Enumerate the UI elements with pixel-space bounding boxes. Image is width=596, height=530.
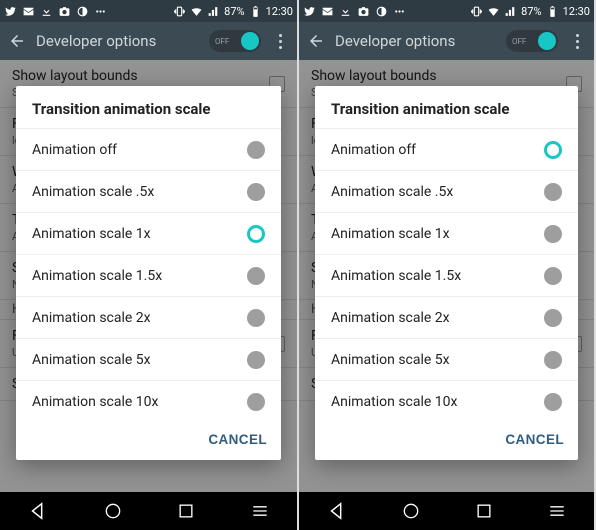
- radio-option[interactable]: Animation off: [16, 128, 281, 170]
- radio-indicator: [544, 141, 562, 159]
- option-label: Animation scale .5x: [32, 184, 247, 200]
- option-label: Animation off: [32, 142, 247, 158]
- toolbar: Developer options OFFON: [299, 22, 594, 60]
- radio-indicator: [247, 141, 265, 159]
- radio-option[interactable]: Animation scale 5x: [315, 338, 578, 380]
- mail-icon: [321, 5, 334, 18]
- nav-menu-button[interactable]: [250, 501, 270, 521]
- radio-option[interactable]: Animation scale .5x: [16, 170, 281, 212]
- nav-back-button[interactable]: [326, 500, 348, 522]
- camera-icon: [58, 5, 71, 18]
- twitter-icon: [303, 5, 316, 18]
- toggle-off-label: OFF: [215, 37, 229, 46]
- camera-icon: [357, 5, 370, 18]
- twitter-icon: [4, 5, 17, 18]
- battery-icon: [249, 5, 262, 18]
- radio-option[interactable]: Animation scale 1.5x: [16, 254, 281, 296]
- radio-indicator: [544, 267, 562, 285]
- option-label: Animation scale .5x: [331, 184, 544, 200]
- radio-option[interactable]: Animation scale 5x: [16, 338, 281, 380]
- nav-menu-button[interactable]: [547, 501, 567, 521]
- option-label: Animation scale 5x: [331, 352, 544, 368]
- radio-indicator: [247, 393, 265, 411]
- radio-indicator: [544, 393, 562, 411]
- radio-indicator: [247, 309, 265, 327]
- developer-options-toggle[interactable]: OFFON: [209, 30, 261, 52]
- radio-indicator: [544, 309, 562, 327]
- battery-percent: 87%: [224, 5, 244, 18]
- radio-indicator: [247, 183, 265, 201]
- transition-animation-scale-dialog: Transition animation scale Animation off A…: [315, 86, 578, 460]
- signal-icon: [207, 5, 220, 18]
- radio-option[interactable]: Animation scale 10x: [315, 380, 578, 422]
- download-icon: [40, 5, 53, 18]
- option-label: Animation scale 1x: [331, 226, 544, 242]
- dialog-title: Transition animation scale: [315, 86, 578, 128]
- overflow-menu-icon[interactable]: [271, 34, 289, 49]
- wifi-icon: [487, 5, 500, 18]
- dots-icon: [94, 5, 107, 18]
- dots-icon: [393, 5, 406, 18]
- clock: 12:30: [563, 5, 590, 18]
- radio-indicator: [247, 225, 265, 243]
- nav-back-button[interactable]: [27, 500, 49, 522]
- dialog-title: Transition animation scale: [16, 86, 281, 128]
- option-label: Animation scale 5x: [32, 352, 247, 368]
- battery-icon: [546, 5, 559, 18]
- option-label: Animation scale 1.5x: [32, 268, 247, 284]
- radio-option[interactable]: Animation scale .5x: [315, 170, 578, 212]
- mail-icon: [22, 5, 35, 18]
- status-bar: 87% 12:30: [0, 0, 297, 22]
- battery-percent: 87%: [521, 5, 541, 18]
- half-icon: [76, 5, 89, 18]
- wifi-icon: [190, 5, 203, 18]
- navigation-bar: [299, 492, 594, 530]
- page-title: Developer options: [36, 32, 199, 50]
- back-icon[interactable]: [8, 32, 26, 50]
- radio-option[interactable]: Animation scale 2x: [315, 296, 578, 338]
- option-label: Animation scale 10x: [32, 394, 247, 410]
- radio-indicator: [247, 267, 265, 285]
- toggle-off-label: OFF: [512, 37, 526, 46]
- nav-recent-button[interactable]: [474, 501, 494, 521]
- half-icon: [375, 5, 388, 18]
- option-label: Animation scale 10x: [331, 394, 544, 410]
- radio-indicator: [544, 183, 562, 201]
- vibrate-icon: [470, 5, 483, 18]
- clock: 12:30: [266, 5, 293, 18]
- cancel-button[interactable]: CANCEL: [505, 432, 564, 447]
- cancel-button[interactable]: CANCEL: [208, 432, 267, 447]
- radio-option[interactable]: Animation scale 1x: [315, 212, 578, 254]
- signal-icon: [504, 5, 517, 18]
- download-icon: [339, 5, 352, 18]
- nav-home-button[interactable]: [401, 501, 421, 521]
- navigation-bar: [0, 492, 297, 530]
- status-bar: 87% 12:30: [299, 0, 594, 22]
- developer-options-toggle[interactable]: OFFON: [506, 30, 558, 52]
- option-label: Animation scale 1x: [32, 226, 247, 242]
- radio-option[interactable]: Animation scale 10x: [16, 380, 281, 422]
- option-label: Animation scale 2x: [32, 310, 247, 326]
- radio-option[interactable]: Animation scale 2x: [16, 296, 281, 338]
- toggle-knob: [241, 32, 259, 50]
- nav-recent-button[interactable]: [176, 501, 196, 521]
- radio-option[interactable]: Animation off: [315, 128, 578, 170]
- overflow-menu-icon[interactable]: [568, 34, 586, 49]
- toolbar: Developer options OFFON: [0, 22, 297, 60]
- radio-indicator: [544, 351, 562, 369]
- back-icon[interactable]: [307, 32, 325, 50]
- radio-option[interactable]: Animation scale 1x: [16, 212, 281, 254]
- radio-indicator: [247, 351, 265, 369]
- radio-option[interactable]: Animation scale 1.5x: [315, 254, 578, 296]
- nav-home-button[interactable]: [103, 501, 123, 521]
- toggle-knob: [538, 32, 556, 50]
- option-label: Animation scale 1.5x: [331, 268, 544, 284]
- option-label: Animation scale 2x: [331, 310, 544, 326]
- option-label: Animation off: [331, 142, 544, 158]
- vibrate-icon: [173, 5, 186, 18]
- transition-animation-scale-dialog: Transition animation scale Animation off A…: [16, 86, 281, 460]
- radio-indicator: [544, 225, 562, 243]
- page-title: Developer options: [335, 32, 496, 50]
